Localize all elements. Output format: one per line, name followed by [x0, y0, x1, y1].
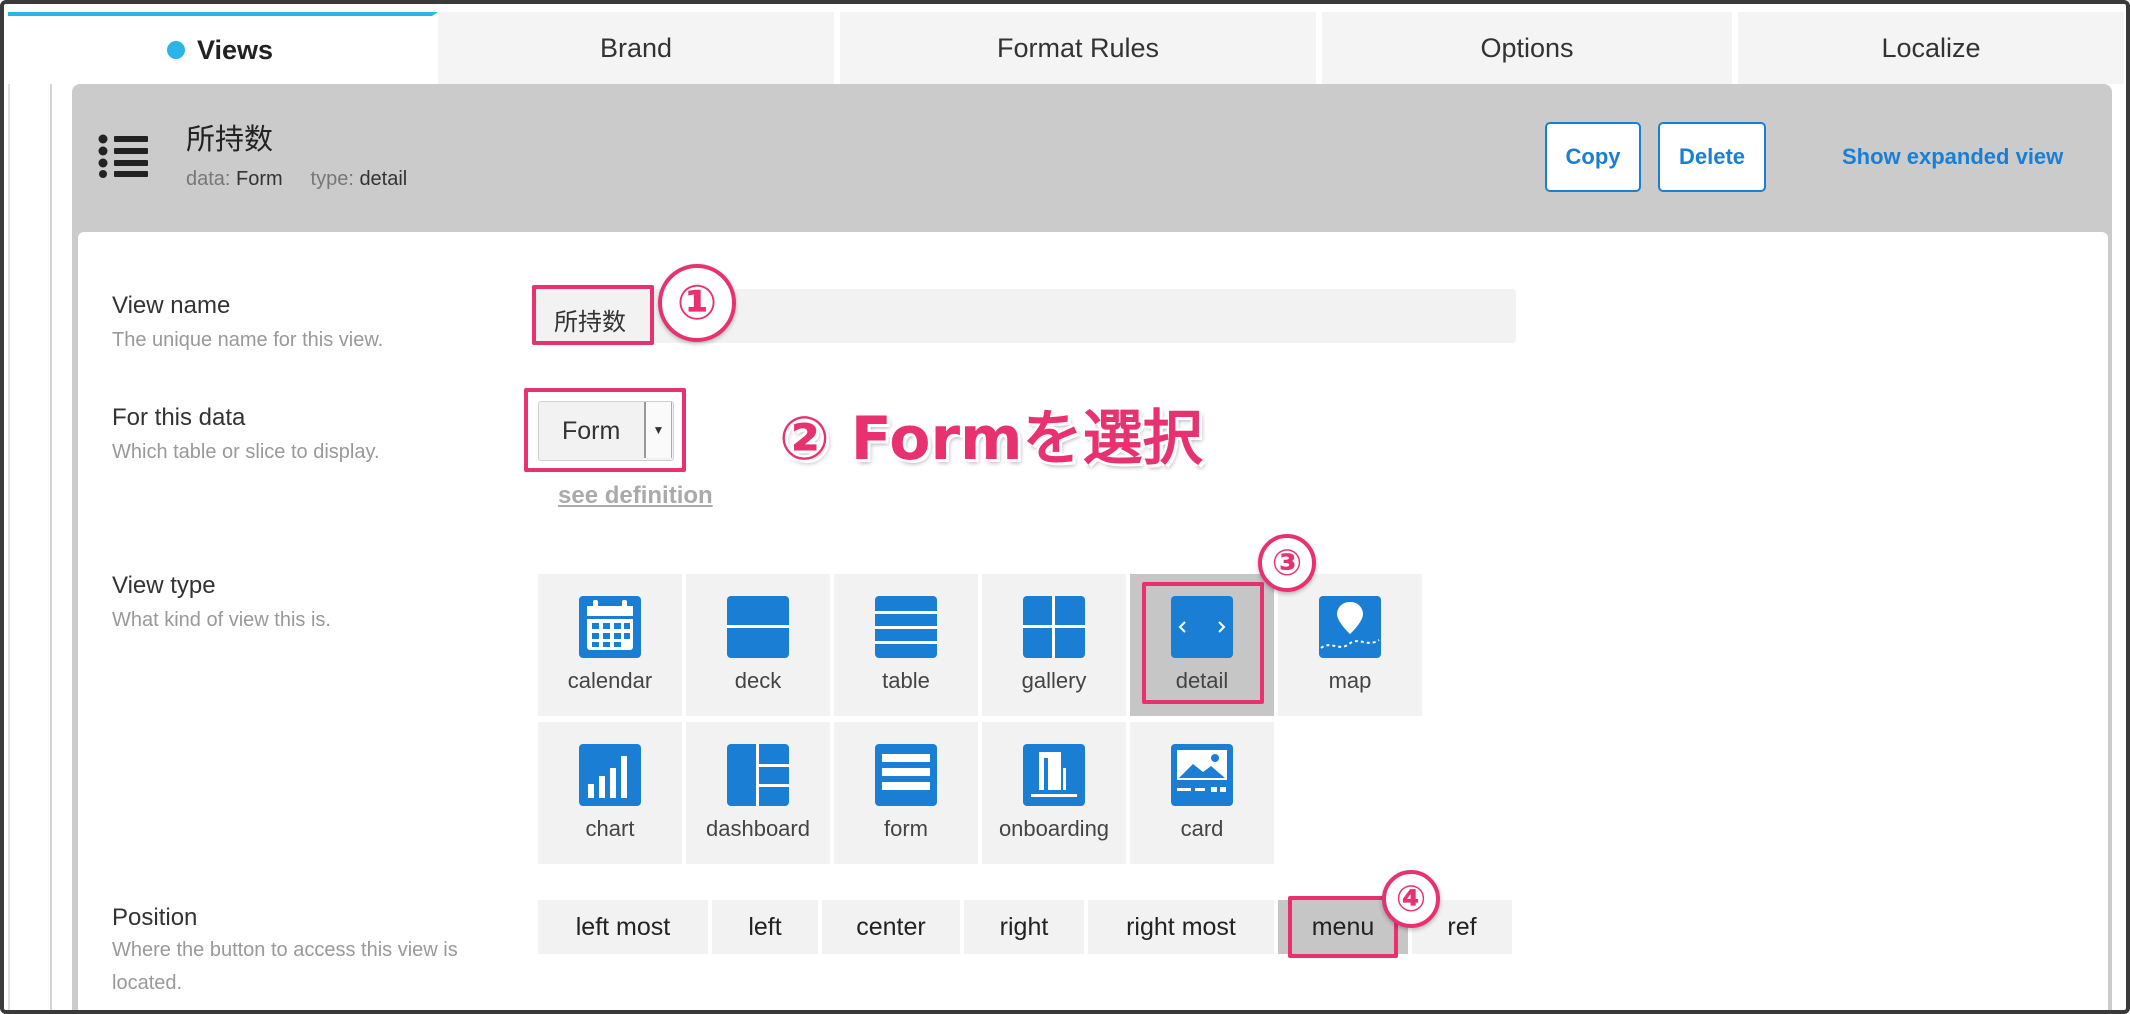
see-definition-link[interactable]: see definition: [558, 482, 713, 510]
calendar-icon: [579, 596, 641, 658]
tile-label: form: [884, 816, 928, 841]
for-this-data-help: Which table or slice to display.: [112, 441, 380, 463]
view-type-card[interactable]: card: [1130, 722, 1274, 864]
dashboard-icon: [727, 744, 789, 806]
tab-options[interactable]: Options: [1322, 12, 1738, 84]
tile-label: card: [1180, 816, 1224, 841]
view-type-gallery[interactable]: gallery: [982, 574, 1126, 716]
show-expanded-view-link[interactable]: Show expanded view: [1842, 144, 2063, 170]
for-this-data-label: For this data: [112, 404, 246, 431]
chart-icon: [579, 744, 641, 806]
active-dot-icon: [166, 41, 185, 59]
view-type-form[interactable]: form: [834, 722, 978, 864]
tile-label: table: [882, 668, 930, 693]
position-help: Where the button to access this view is …: [112, 939, 458, 994]
position-label: Position: [112, 904, 198, 931]
copy-button[interactable]: Copy: [1545, 122, 1641, 192]
position-right-most[interactable]: right most: [1088, 900, 1274, 954]
position-left[interactable]: left: [712, 900, 818, 954]
view-type-help: What kind of view this is.: [112, 609, 331, 631]
tile-label: deck: [734, 668, 782, 693]
step-1-badge: ①: [658, 264, 736, 342]
view-meta: data: Form type: detail: [186, 168, 407, 191]
view-title: 所持数: [186, 122, 274, 156]
step-2-annotation: ② Formを選択: [779, 404, 1203, 474]
card-icon: [1171, 744, 1233, 806]
view-type-detail[interactable]: detail: [1130, 574, 1274, 716]
tab-views[interactable]: Views: [8, 12, 438, 84]
tab-localize[interactable]: Localize: [1738, 12, 2126, 84]
tile-label: dashboard: [706, 816, 810, 841]
position-right[interactable]: right: [964, 900, 1084, 954]
tab-format-rules[interactable]: Format Rules: [840, 12, 1322, 84]
map-icon: [1319, 596, 1381, 658]
data-key: data:: [186, 168, 231, 190]
view-type-deck[interactable]: deck: [686, 574, 830, 716]
view-type-dashboard[interactable]: dashboard: [686, 722, 830, 864]
step-4-badge: ④: [1382, 870, 1440, 928]
list-icon[interactable]: [98, 134, 150, 178]
view-type-label: View type: [112, 572, 216, 599]
left-divider: [8, 84, 10, 1010]
view-type-calendar[interactable]: calendar: [538, 574, 682, 716]
view-name-label: View name: [112, 292, 231, 319]
position-left-most[interactable]: left most: [538, 900, 708, 954]
tile-label: onboarding: [998, 816, 1110, 841]
view-type-map[interactable]: map: [1278, 574, 1422, 716]
delete-button[interactable]: Delete: [1658, 122, 1766, 192]
type-key: type:: [310, 168, 354, 190]
dropdown-arrow-icon[interactable]: ▼: [644, 402, 672, 458]
app-window: Views Brand Format Rules Options Localiz…: [0, 0, 2130, 1014]
data-value: Form: [236, 168, 283, 190]
tab-label: Format Rules: [996, 32, 1160, 63]
onboarding-icon: [1023, 744, 1085, 806]
tab-label: Views: [196, 34, 274, 65]
data-select-value: Form: [562, 417, 621, 445]
tab-label: Brand: [599, 32, 673, 63]
view-name-value: 所持数: [554, 308, 626, 336]
step-3-badge: ③: [1258, 534, 1316, 592]
tile-label: map: [1328, 668, 1372, 693]
view-type-onboarding[interactable]: onboarding: [982, 722, 1126, 864]
tab-label: Options: [1480, 32, 1574, 63]
gallery-icon: [1023, 596, 1085, 658]
left-divider: [50, 84, 52, 1010]
view-name-help: The unique name for this view.: [112, 329, 384, 351]
tab-brand[interactable]: Brand: [438, 12, 840, 84]
tile-label: detail: [1175, 668, 1229, 693]
table-icon: [875, 596, 937, 658]
form-icon: [875, 744, 937, 806]
tile-label: chart: [585, 816, 635, 841]
type-value: detail: [359, 168, 408, 190]
tile-label: gallery: [1021, 668, 1087, 693]
position-center[interactable]: center: [822, 900, 960, 954]
tab-bar: Views Brand Format Rules Options Localiz…: [8, 12, 2126, 84]
tab-label: Localize: [1881, 32, 1981, 63]
deck-icon: [727, 596, 789, 658]
detail-icon: [1171, 596, 1233, 658]
view-type-table[interactable]: table: [834, 574, 978, 716]
tile-label: calendar: [567, 668, 653, 693]
view-type-chart[interactable]: chart: [538, 722, 682, 864]
